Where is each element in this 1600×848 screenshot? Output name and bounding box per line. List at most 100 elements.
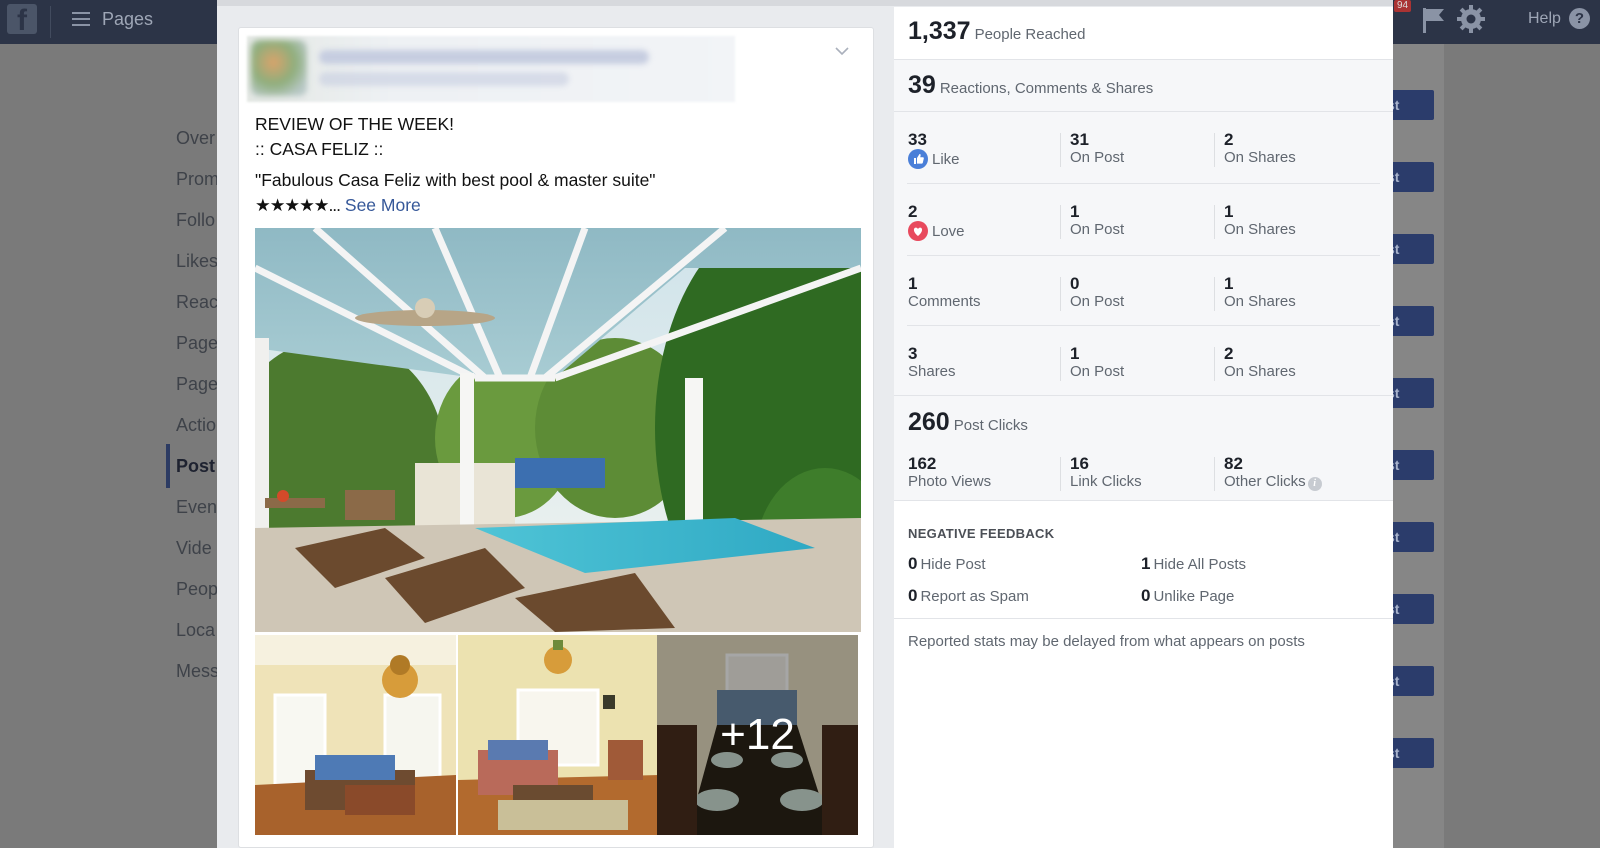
blurred-page-name [319,50,649,64]
shares-label: Shares [908,363,956,380]
shares-on-shares-label: On Shares [1224,363,1296,380]
post-photo-sitting-room[interactable] [458,635,659,835]
post-quote: "Fabulous Casa Feliz with best pool & ma… [255,170,656,190]
gear-icon[interactable] [1456,4,1486,34]
shares-count: 3 [908,344,918,363]
unlike-page-value: 0 [1141,586,1151,605]
notification-badge[interactable]: 94 [1394,0,1412,12]
link-clicks-label: Link Clicks [1070,473,1142,490]
nav-item[interactable]: Prom [176,169,219,190]
divider [907,325,1380,326]
help-icon[interactable]: ? [1569,8,1590,29]
divider [1060,457,1061,491]
love-on-post: 1 On Post [1070,202,1124,239]
divider [894,500,1393,501]
likes-total: 33 Like [908,130,960,169]
divider [1060,133,1061,167]
nav-item[interactable]: Vide [176,538,212,559]
likes-on-shares-label: On Shares [1224,149,1296,166]
divider [1214,457,1215,491]
nav-item[interactable]: Likes [176,251,218,272]
post-photo-pool[interactable] [255,228,861,632]
reach-label: People Reached [974,26,1086,43]
engagement-header: 39 Reactions, Comments & Shares [894,71,1393,100]
more-photos-count[interactable]: +12 [657,635,858,835]
topbar-divider [50,6,51,38]
love-on-shares: 1 On Shares [1224,202,1296,239]
blurred-post-meta [319,72,569,86]
hide-all-posts-stat: 1 Hide All Posts [1141,554,1246,574]
divider [907,255,1380,256]
menu-icon[interactable] [72,12,90,26]
post-stats-panel: 1,337 People Reached 39 Reactions, Comment… [894,7,1393,848]
comments-on-post: 0 On Post [1070,274,1124,311]
comments-on-shares-label: On Shares [1224,293,1296,310]
post-photo-living-room[interactable] [255,635,456,835]
report-spam-label: Report as Spam [920,588,1029,605]
hide-all-posts-label: Hide All Posts [1153,556,1247,573]
see-more-link[interactable]: See More [345,195,421,215]
topbar-title[interactable]: Pages [102,9,153,30]
nav-item[interactable]: Loca [176,620,215,641]
other-clicks-label: Other Clicks [1224,473,1306,490]
divider [907,183,1380,184]
photo-views: 162 Photo Views [908,454,991,491]
divider [1060,347,1061,381]
love-total: 2 Love [908,202,965,241]
help-label[interactable]: Help [1528,10,1561,28]
likes-on-post-label: On Post [1070,149,1125,166]
post-card: REVIEW OF THE WEEK! :: CASA FELIZ :: "Fa… [238,27,874,848]
nav-item[interactable]: Page [176,374,218,395]
clicks-label: Post Clicks [953,417,1028,434]
divider [894,618,1393,619]
love-on-post-value: 1 [1070,202,1080,221]
flag-icon[interactable] [1420,6,1446,34]
post-photo-dining-room[interactable]: +12 [657,635,858,835]
nav-item[interactable]: Reac [176,292,218,313]
love-on-shares-value: 1 [1224,202,1234,221]
nav-item-posts[interactable]: Post [176,456,215,477]
like-icon [908,149,928,169]
comments-total: 1 Comments [908,274,981,311]
comments-on-post-label: On Post [1070,293,1125,310]
divider [1060,277,1061,311]
shares-on-shares: 2 On Shares [1224,344,1296,381]
shares-on-shares-value: 2 [1224,344,1234,363]
clicks-value: 260 [908,408,950,436]
shares-on-post: 1 On Post [1070,344,1124,381]
nav-item[interactable]: Over [176,128,215,149]
likes-count: 33 [908,130,927,149]
hide-post-value: 0 [908,554,918,573]
link-clicks-value: 16 [1070,454,1089,473]
photo-views-value: 162 [908,454,937,473]
divider [1214,133,1215,167]
chevron-down-icon[interactable] [835,46,849,56]
post-message: REVIEW OF THE WEEK! :: CASA FELIZ :: "Fa… [255,112,855,218]
love-label: Love [932,223,965,240]
nav-item[interactable]: Follo [176,210,215,231]
likes-on-post: 31 On Post [1070,130,1124,167]
comments-on-post-value: 0 [1070,274,1080,293]
star-rating: ★★★★★... [255,195,341,215]
link-clicks: 16 Link Clicks [1070,454,1142,491]
shares-on-post-label: On Post [1070,363,1125,380]
nav-item[interactable]: Even [176,497,217,518]
engagement-value: 39 [908,71,936,99]
info-icon[interactable]: i [1307,477,1322,491]
love-count: 2 [908,202,918,221]
unlike-page-label: Unlike Page [1153,588,1235,605]
nav-item[interactable]: Actio [176,415,216,436]
stats-delay-note: Reported stats may be delayed from what … [908,633,1305,650]
facebook-logo-icon[interactable]: f [7,4,37,34]
nav-item[interactable]: Mess [176,661,219,682]
love-on-shares-label: On Shares [1224,221,1296,238]
nav-item[interactable]: Page [176,333,218,354]
reach-value: 1,337 [908,17,971,45]
nav-item[interactable]: Peop [176,579,218,600]
likes-on-post-value: 31 [1070,130,1089,149]
photo-views-label: Photo Views [908,473,992,490]
post-rating-line: ★★★★★... See More [255,193,855,218]
negative-feedback-title: NEGATIVE FEEDBACK [908,526,1055,541]
shares-on-post-value: 1 [1070,344,1080,363]
divider [1214,347,1215,381]
